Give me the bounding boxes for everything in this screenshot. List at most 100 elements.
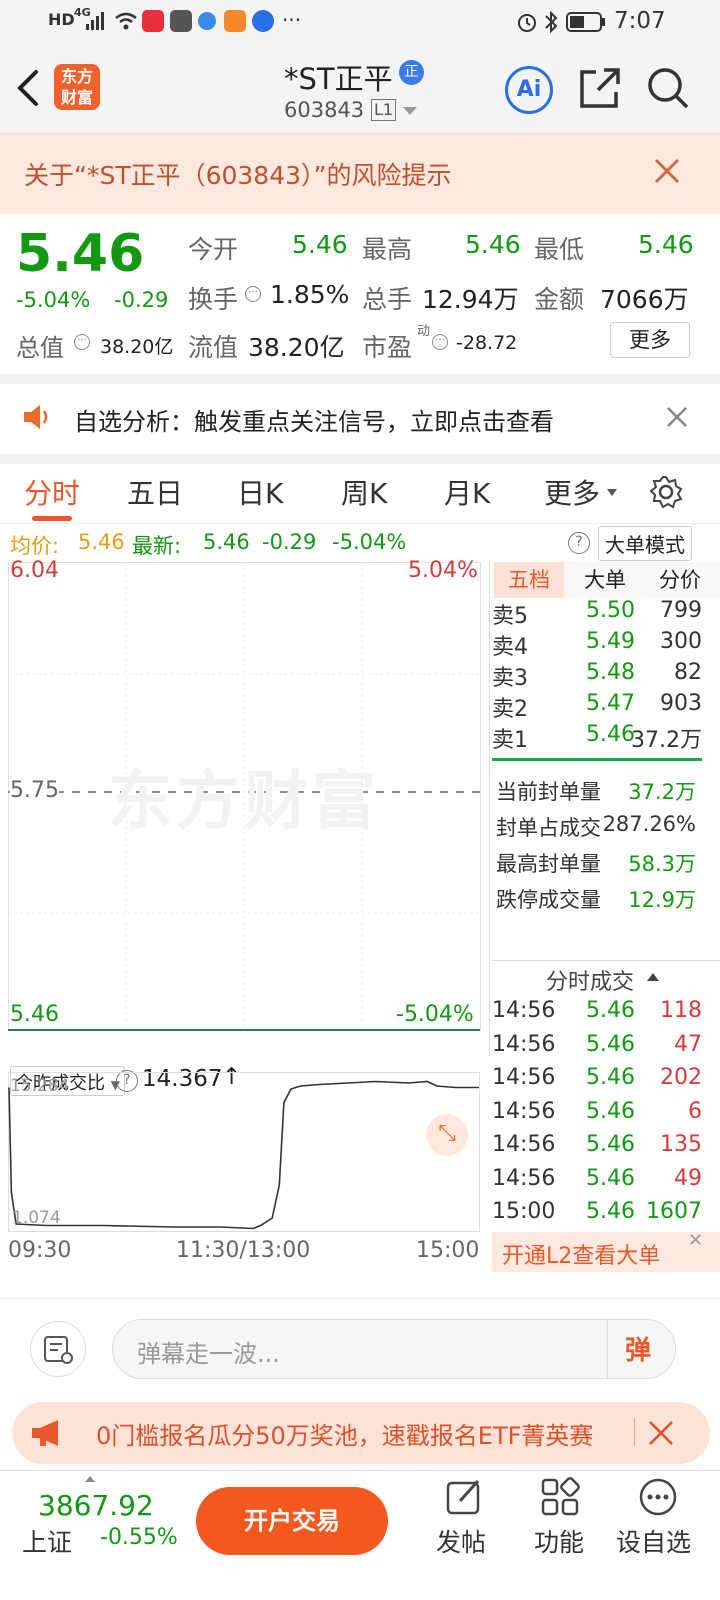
chart-tabs: 分时 五日 日K 周K 月K 更多 bbox=[0, 464, 720, 524]
stock-title: *ST正平 bbox=[284, 62, 393, 96]
trade-price: 5.46 bbox=[586, 1165, 635, 1191]
tab-day-k[interactable]: 日K bbox=[237, 472, 283, 512]
seal-stat-value: 37.2万 bbox=[628, 780, 696, 804]
trade-row: 14:56 5.46 47 bbox=[492, 1032, 720, 1065]
ask-level-label: 卖4 bbox=[492, 635, 528, 660]
pe-value: -28.72 bbox=[456, 332, 518, 354]
x-axis-close: 15:00 bbox=[416, 1238, 480, 1263]
ai-button[interactable]: Ai bbox=[505, 66, 553, 114]
functions-button-label[interactable]: 功能 bbox=[534, 1523, 584, 1559]
close-icon[interactable] bbox=[666, 406, 688, 428]
ask-level-label: 卖1 bbox=[492, 728, 528, 753]
ask-volume: 37.2万 bbox=[631, 728, 702, 753]
pe-label: 市盈 bbox=[362, 333, 413, 362]
float-label: 流值 bbox=[188, 333, 239, 362]
post-button-label[interactable]: 发帖 bbox=[436, 1523, 486, 1559]
help-icon[interactable]: ? bbox=[568, 532, 590, 554]
back-icon[interactable] bbox=[14, 68, 42, 108]
risk-notice-bar[interactable]: 关于“*ST正平（603843）”的风险提示 bbox=[0, 134, 720, 214]
volume-ratio-chart[interactable]: 今昨成交比 ▼ ? 14.367 ↑ 15.284 1.074 ⤡ 09:30 … bbox=[8, 1058, 490, 1298]
tab-large-orders[interactable]: 大单 bbox=[570, 562, 640, 598]
promo-banner[interactable]: 0门槛报名瓜分50万奖池，速戳报名ETF菁英赛 bbox=[12, 1402, 710, 1464]
trade-row: 14:56 5.46 49 bbox=[492, 1166, 720, 1199]
tab-intraday[interactable]: 分时 bbox=[24, 472, 80, 512]
ask-level-label: 卖3 bbox=[492, 666, 528, 691]
ask-row: 卖4 5.49 300 bbox=[492, 629, 720, 660]
close-icon[interactable] bbox=[654, 158, 680, 184]
shopping-notification-icon bbox=[224, 10, 246, 32]
share-icon[interactable] bbox=[578, 66, 622, 110]
alarm-icon bbox=[518, 14, 536, 32]
alert-bar[interactable]: 自选分析：触发重点关注信号，立即点击查看 bbox=[0, 374, 720, 464]
search-icon[interactable] bbox=[646, 66, 690, 110]
close-icon[interactable] bbox=[648, 1420, 674, 1446]
bottom-toolbar: 3867.92 上证 -0.55% 开户交易 发帖 功能 设自选 bbox=[0, 1470, 720, 1600]
float-value: 38.20亿 bbox=[248, 333, 345, 362]
seal-stat-label: 封单占成交 bbox=[496, 816, 601, 840]
ask-price: 5.47 bbox=[586, 691, 635, 716]
info-icon[interactable]: ··· bbox=[74, 334, 90, 350]
danmu-send-button[interactable]: 弹 bbox=[625, 1330, 651, 1367]
tab-month-k[interactable]: 月K bbox=[444, 472, 490, 512]
tab-five-day[interactable]: 五日 bbox=[127, 472, 183, 512]
l2-banner-text[interactable]: 开通L2查看大单 bbox=[502, 1238, 660, 1270]
intraday-info-line: 均价: 5.46 最新: 5.46 -0.29 -5.04% ? 大单模式 bbox=[0, 524, 720, 562]
bluetooth-icon bbox=[545, 10, 558, 34]
intraday-chart[interactable]: 东方财富 6.04 5.04% 5.75 5.46 -5.04% bbox=[8, 558, 490, 1056]
large-order-mode-button[interactable]: 大单模式 bbox=[598, 526, 692, 561]
close-icon[interactable]: ✕ bbox=[688, 1230, 703, 1251]
tab-price-distribution[interactable]: 分价 bbox=[640, 562, 720, 598]
ask-price: 5.49 bbox=[586, 629, 635, 654]
ask-row: 卖3 5.48 82 bbox=[492, 660, 720, 691]
volume-label: 总手 bbox=[362, 285, 413, 314]
ask-row: 卖2 5.47 903 bbox=[492, 691, 720, 722]
level-badge[interactable]: L1 bbox=[371, 99, 397, 121]
app-logo[interactable]: 东方财富 bbox=[54, 64, 100, 110]
y-axis-bottom-price: 5.46 bbox=[10, 1002, 59, 1027]
settings-icon[interactable] bbox=[648, 474, 684, 510]
danmu-input[interactable]: 弹幕走一波... 弹 bbox=[112, 1319, 676, 1379]
index-name[interactable]: 上证 bbox=[22, 1523, 72, 1559]
chevron-down-icon[interactable] bbox=[606, 488, 618, 498]
danmu-settings-button[interactable] bbox=[30, 1321, 86, 1377]
tab-more[interactable]: 更多 bbox=[544, 472, 600, 512]
y-axis-bottom-percent: -5.04% bbox=[396, 1002, 474, 1027]
trades-title[interactable]: 分时成交 bbox=[546, 964, 634, 996]
l2-banner[interactable]: 开通L2查看大单 ✕ bbox=[492, 1230, 720, 1272]
info-icon[interactable]: ··· bbox=[245, 286, 261, 302]
tab-five-levels[interactable]: 五档 bbox=[494, 562, 564, 598]
latest-value: 5.46 bbox=[203, 530, 250, 554]
change-percent: -5.04% bbox=[16, 288, 91, 312]
add-watchlist-icon[interactable] bbox=[638, 1477, 678, 1517]
indicator-min: 1.074 bbox=[12, 1208, 61, 1228]
functions-icon[interactable] bbox=[540, 1477, 580, 1517]
index-value[interactable]: 3867.92 bbox=[38, 1489, 154, 1522]
low-label: 最低 bbox=[534, 235, 585, 264]
trade-row: 14:56 5.46 202 bbox=[492, 1065, 720, 1098]
trade-volume: 1607 bbox=[646, 1199, 702, 1224]
avg-value: 5.46 bbox=[78, 530, 125, 554]
x-axis-midday: 11:30/13:00 bbox=[176, 1238, 311, 1263]
risk-notice-text[interactable]: 关于“*ST正平（603843）”的风险提示 bbox=[24, 156, 451, 192]
trade-price: 5.46 bbox=[586, 1199, 635, 1224]
seal-stat-value: 58.3万 bbox=[628, 852, 696, 876]
open-account-trade-button[interactable]: 开户交易 bbox=[196, 1487, 388, 1555]
caret-up-icon[interactable] bbox=[646, 972, 660, 982]
compose-icon[interactable] bbox=[444, 1477, 484, 1517]
seal-stat-label: 跌停成交量 bbox=[496, 888, 601, 912]
promo-text[interactable]: 0门槛报名瓜分50万奖池，速戳报名ETF菁英赛 bbox=[96, 1416, 636, 1451]
chevron-down-icon[interactable] bbox=[402, 106, 418, 116]
index-change[interactable]: -0.55% bbox=[100, 1525, 178, 1550]
trade-time: 15:00 bbox=[492, 1199, 556, 1224]
open-value: 5.46 bbox=[292, 230, 348, 259]
add-watchlist-label[interactable]: 设自选 bbox=[616, 1523, 691, 1559]
alert-text[interactable]: 自选分析：触发重点关注信号，立即点击查看 bbox=[74, 402, 554, 437]
hd-indicator: HD bbox=[48, 10, 75, 29]
indicator-max: 15.284 bbox=[10, 1076, 70, 1096]
tab-week-k[interactable]: 周K bbox=[341, 472, 387, 512]
more-button[interactable]: 更多 bbox=[610, 322, 690, 358]
expand-icon[interactable]: ⤡ bbox=[426, 1114, 468, 1156]
info-icon[interactable]: ··· bbox=[432, 334, 448, 350]
trade-volume: 47 bbox=[674, 1031, 702, 1057]
latest-change: -0.29 bbox=[262, 530, 317, 554]
